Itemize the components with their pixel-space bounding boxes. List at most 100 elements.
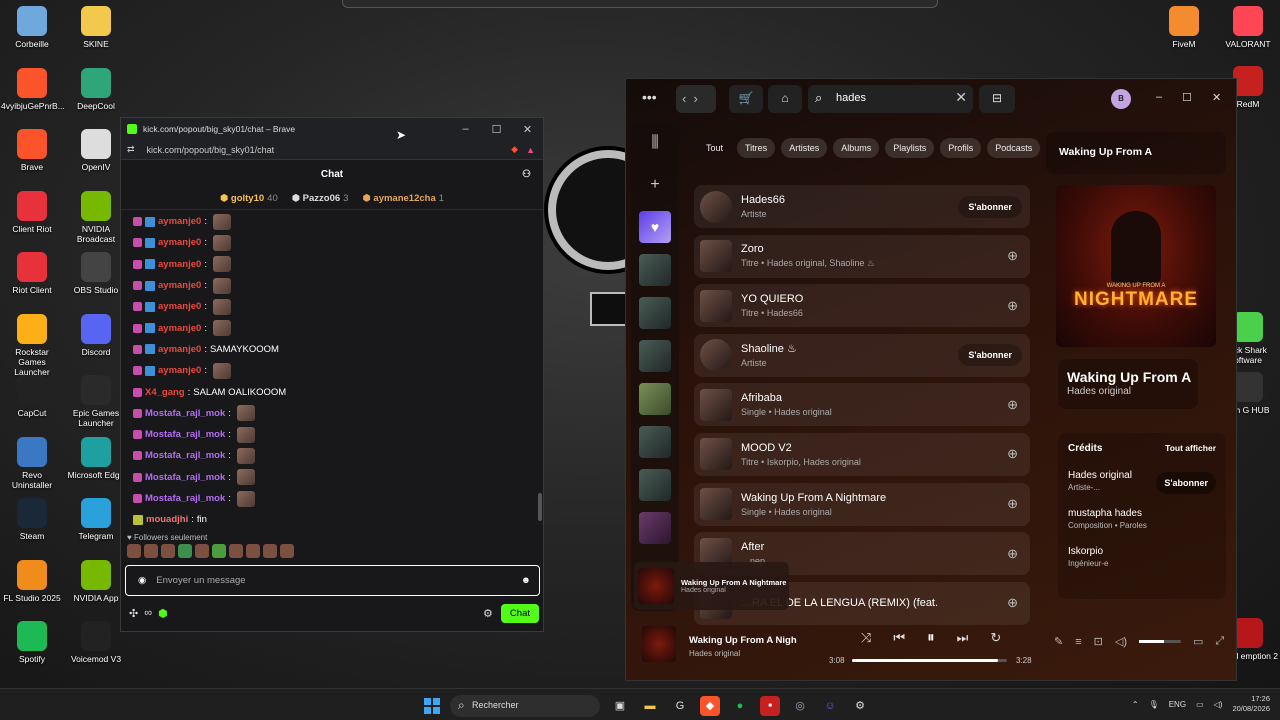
desktop-icon[interactable]: FiveM	[1153, 6, 1215, 49]
desktop-icon[interactable]: Corbeille	[1, 6, 63, 49]
mini-player-tooltip[interactable]: Waking Up From A Nightmare Hades origina…	[634, 562, 789, 610]
filter-chip[interactable]: Titres	[737, 138, 776, 158]
chat-username[interactable]: aymanje0	[158, 365, 201, 376]
chat-scrollbar[interactable]	[538, 493, 542, 521]
desktop-icon[interactable]: VALORANT	[1217, 6, 1279, 49]
library-item[interactable]	[639, 297, 671, 329]
browse-icon[interactable]: ⊟	[979, 85, 1015, 113]
chat-emote[interactable]	[212, 362, 231, 379]
search-input[interactable]: ⌕ hades ✕	[808, 85, 973, 113]
tray-chevron-icon[interactable]: ⌃	[1132, 700, 1139, 709]
chat-username[interactable]: Mostafa_rajl_mok	[145, 493, 225, 504]
menu-dots-icon[interactable]: •••	[642, 89, 657, 105]
taskbar-search[interactable]: Rechercher	[450, 695, 600, 717]
desktop-icon[interactable]: Client Riot	[1, 190, 63, 234]
maximize-button[interactable]: ☐	[1182, 91, 1192, 104]
chat-emote[interactable]	[236, 426, 255, 443]
emote[interactable]	[161, 544, 175, 559]
emote[interactable]	[246, 544, 260, 559]
follow-button[interactable]: S'abonner	[1156, 472, 1216, 494]
avatar[interactable]: B	[1111, 89, 1131, 109]
chat-username[interactable]: aymanje0	[158, 323, 201, 334]
fullscreen-icon[interactable]: ⤢	[1215, 635, 1224, 648]
emote[interactable]	[195, 544, 209, 559]
chat-username[interactable]: X4_gang	[145, 387, 185, 398]
result-row[interactable]: Zoro Titre • Hades original, Shaoline ♨ ⊕	[694, 234, 1030, 278]
filter-chip[interactable]: Tout	[698, 138, 731, 158]
credit-name[interactable]: mustapha hades	[1068, 508, 1216, 519]
emote[interactable]	[178, 544, 192, 559]
desktop-icon[interactable]: Discord	[65, 313, 127, 357]
filter-chip[interactable]: Podcasts	[987, 138, 1041, 158]
microphone-icon[interactable]: 🎙	[1149, 700, 1159, 709]
spotify-taskbar-icon[interactable]: ●	[730, 696, 750, 716]
result-row[interactable]: Waking Up From A Nightmare Single • Hades…	[694, 482, 1030, 526]
chat-emote[interactable]	[236, 405, 255, 422]
chat-emote[interactable]	[236, 447, 255, 464]
show-all-link[interactable]: Tout afficher	[1165, 443, 1216, 454]
volume-icon[interactable]: ◁)	[1115, 635, 1127, 648]
chat-emote[interactable]	[212, 213, 231, 230]
queue-icon[interactable]: ≡	[1075, 636, 1081, 648]
devices-icon[interactable]: ⊡	[1094, 635, 1103, 648]
chat-username[interactable]: Mostafa_rajl_mok	[145, 429, 225, 440]
network-icon[interactable]: ▭	[1196, 700, 1204, 709]
leaderboard-entry[interactable]: ⬢ aymane12cha 1	[362, 193, 444, 204]
desktop-icon[interactable]: Telegram	[65, 498, 127, 541]
chat-emote[interactable]	[212, 298, 231, 315]
clock[interactable]: 17:26 20/08/2026	[1232, 694, 1270, 714]
result-row[interactable]: Hades66 Artiste S'abonner	[694, 185, 1030, 228]
settings-taskbar-icon[interactable]: ⚙	[850, 696, 870, 716]
shuffle-icon[interactable]: ⤨	[861, 630, 871, 646]
now-playing-artist[interactable]: Hades original	[1067, 386, 1198, 397]
desktop-icon[interactable]: Brave	[1, 129, 63, 172]
now-playing-title[interactable]: Waking Up From A	[1067, 369, 1198, 385]
result-row[interactable]: Shaoline ♨ Artiste S'abonner	[694, 333, 1030, 377]
album-art[interactable]	[642, 626, 676, 662]
discord-taskbar-icon[interactable]: ☺	[820, 696, 840, 716]
emoji-picker-icon[interactable]: ☻	[521, 575, 531, 586]
desktop-icon[interactable]: Riot Client	[1, 252, 63, 295]
chat-username[interactable]: aymanje0	[158, 280, 201, 291]
filter-chip[interactable]: Profils	[940, 138, 982, 158]
emote[interactable]	[144, 544, 158, 559]
clear-search-icon[interactable]: ✕	[955, 89, 967, 106]
file-explorer-icon[interactable]: ▬	[640, 696, 660, 716]
miniplayer-icon[interactable]: ▭	[1193, 635, 1203, 648]
add-to-library-icon[interactable]: ⊕	[1007, 595, 1018, 611]
chat-username[interactable]: aymanje0	[158, 259, 201, 270]
add-to-library-icon[interactable]: ⊕	[1007, 298, 1018, 314]
volume-slider[interactable]	[1138, 640, 1181, 643]
brave-shield-icon[interactable]: ◆	[511, 144, 518, 155]
emote[interactable]	[229, 544, 243, 559]
chat-username[interactable]: aymanje0	[158, 237, 201, 248]
library-item[interactable]	[639, 469, 671, 501]
minimize-button[interactable]: –	[1156, 91, 1162, 104]
chat-emote[interactable]	[236, 490, 255, 507]
chat-username[interactable]: mouadjhi	[146, 514, 188, 525]
filter-chip[interactable]: Albums	[833, 138, 880, 158]
filter-chip[interactable]: Artistes	[781, 138, 828, 158]
link-icon[interactable]: ∞	[144, 607, 152, 619]
result-row[interactable]: Afribaba Single • Hades original ⊕	[694, 383, 1030, 427]
users-icon[interactable]: ⚇	[522, 169, 531, 180]
message-input[interactable]: ◉ Envoyer un message ☻	[125, 565, 540, 596]
kick-badge-icon[interactable]: ⬢	[158, 607, 168, 620]
result-row[interactable]: MOOD V2 Titre • Iskorpio, Hades original ⊕	[694, 432, 1030, 476]
gamebar-icon[interactable]: G	[670, 696, 690, 716]
chat-username[interactable]: Mostafa_rajl_mok	[145, 472, 225, 483]
chat-emote[interactable]	[236, 469, 255, 486]
share-icon[interactable]: ✣	[129, 607, 138, 620]
window-titlebar[interactable]: kick.com/popout/big_sky01/chat – Brave –…	[121, 118, 543, 140]
emote[interactable]	[212, 544, 226, 559]
close-button[interactable]: ✕	[512, 123, 543, 136]
start-button[interactable]	[424, 698, 440, 714]
desktop-icon[interactable]: OpenIV	[65, 129, 127, 172]
add-to-library-icon[interactable]: ⊕	[1007, 446, 1018, 462]
chat-username[interactable]: Mostafa_rajl_mok	[145, 450, 225, 461]
task-view-icon[interactable]: ▣	[610, 696, 630, 716]
result-row[interactable]: YO QUIERO Titre • Hades66 ⊕	[694, 284, 1030, 328]
desktop-icon[interactable]: SKINE	[65, 6, 127, 49]
filter-chip[interactable]: Playlists	[885, 138, 935, 158]
send-chat-button[interactable]: Chat	[500, 603, 539, 623]
